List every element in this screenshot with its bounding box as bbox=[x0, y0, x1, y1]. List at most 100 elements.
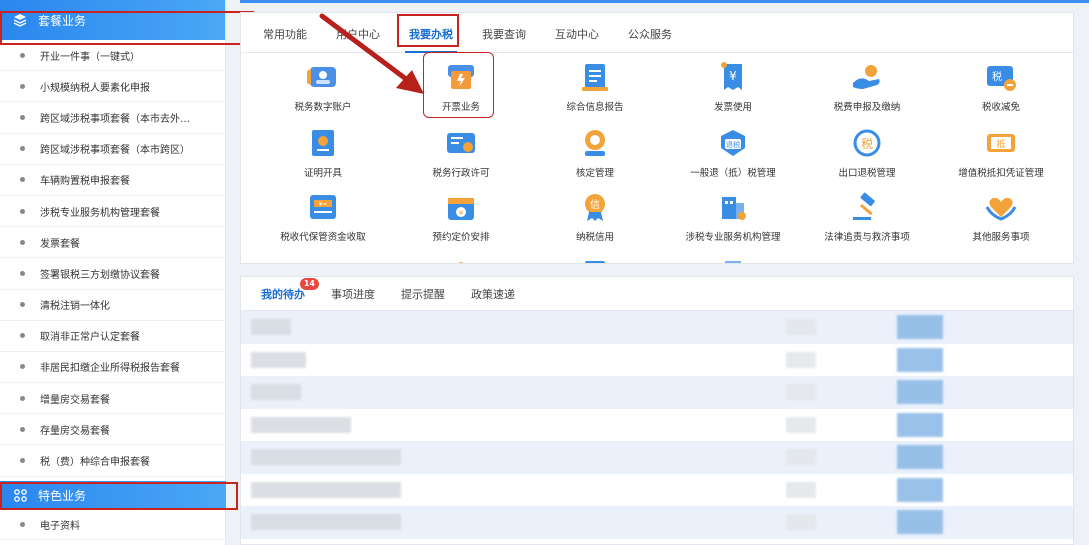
service-item[interactable]: 税出口退税管理 bbox=[797, 123, 937, 183]
sidebar-header-special-business[interactable]: 特色业务 bbox=[0, 481, 226, 509]
sidebar-item[interactable]: 电子资料 bbox=[0, 509, 226, 541]
bullet-icon bbox=[20, 458, 25, 464]
service-item[interactable]: ¥ 预约定价安排 bbox=[391, 187, 531, 247]
redacted-text bbox=[786, 514, 816, 530]
tab-item[interactable]: 常用功能 bbox=[263, 26, 307, 52]
table-row[interactable] bbox=[241, 441, 1073, 474]
redacted-text bbox=[786, 351, 816, 368]
sidebar-item[interactable]: 涉税专业服务机构管理套餐 bbox=[0, 196, 225, 228]
tab-item[interactable]: 公众服务 bbox=[628, 26, 672, 52]
redacted-status bbox=[897, 380, 943, 404]
table-row[interactable] bbox=[241, 344, 1073, 377]
sidebar-item[interactable]: 清税注销一体化 bbox=[0, 290, 225, 321]
sidebar-item[interactable]: 存量房交易套餐 bbox=[0, 414, 225, 446]
service-icon bbox=[577, 255, 613, 263]
sidebar-item[interactable]: 增量房交易套餐 bbox=[0, 383, 225, 415]
service-label: 税务行政许可 bbox=[432, 168, 490, 179]
service-label: 综合信息报告 bbox=[566, 102, 624, 113]
service-item[interactable]: ¥ 发票使用 bbox=[663, 57, 803, 117]
redacted-text bbox=[786, 384, 816, 400]
tab-item[interactable]: 我要查询 bbox=[482, 26, 526, 52]
service-item-partial[interactable] bbox=[797, 251, 937, 263]
sidebar-item[interactable]: 跨区域涉税事项套餐（本市去外… bbox=[0, 102, 225, 134]
redacted-status bbox=[897, 315, 943, 339]
invoice-issue-icon bbox=[443, 61, 479, 93]
service-item-partial[interactable] bbox=[525, 251, 665, 263]
bullet-icon bbox=[20, 270, 25, 276]
sidebar-item[interactable]: 取消非正常户认定套餐 bbox=[0, 321, 225, 352]
count-badge: 14 bbox=[299, 277, 319, 290]
sidebar-item[interactable]: 小规模纳税人要素化申报 bbox=[0, 71, 225, 103]
redacted-text bbox=[251, 481, 401, 498]
redacted-status bbox=[897, 445, 943, 469]
sidebar-item[interactable]: 签署银税三方划缴协议套餐 bbox=[0, 258, 225, 290]
service-icon bbox=[443, 255, 479, 263]
todo-tab-label: 政策速递 bbox=[471, 287, 515, 301]
table-row[interactable] bbox=[241, 409, 1073, 442]
service-item[interactable]: 税税收减免 bbox=[931, 57, 1071, 117]
services-panel: 常用功能 用户中心 我要办税 我要查询 互动中心 公众服务 税务数字账户 开票业务 综合信息报… bbox=[240, 12, 1074, 264]
sidebar-item-label: 清税注销一体化 bbox=[40, 301, 110, 313]
sidebar-item[interactable]: 税（费）种综合申报套餐 bbox=[0, 445, 225, 477]
service-item[interactable]: 综合信息报告 bbox=[525, 57, 665, 117]
svg-text:抵: 抵 bbox=[996, 138, 1005, 150]
table-row[interactable] bbox=[241, 474, 1073, 507]
service-item[interactable]: 信纳税信用 bbox=[525, 187, 665, 247]
service-item[interactable]: 税务行政许可 bbox=[391, 123, 531, 183]
service-item[interactable]: 抵增值税抵扣凭证管理 bbox=[931, 123, 1071, 183]
service-item[interactable]: 退税 一般退（抵）税管理 bbox=[663, 123, 803, 183]
sidebar-item[interactable]: 车辆购置税申报套餐 bbox=[0, 165, 225, 196]
sidebar-item[interactable]: 开业一件事（一键式） bbox=[0, 40, 225, 72]
service-label: 增值税抵扣凭证管理 bbox=[958, 168, 1044, 179]
vat-deduction-icon: 抵 bbox=[983, 127, 1019, 159]
sidebar-item[interactable]: 非居民扣缴企业所得税报告套餐 bbox=[0, 352, 225, 384]
service-label: 税费申报及缴纳 bbox=[833, 102, 901, 113]
service-item[interactable]: 其他服务事项 bbox=[931, 187, 1071, 247]
tab-active[interactable]: 我要办税 bbox=[405, 26, 457, 53]
tab-item[interactable]: 互动中心 bbox=[555, 26, 599, 52]
service-item-partial[interactable] bbox=[931, 251, 1071, 263]
redacted-status bbox=[897, 477, 943, 502]
todo-tab[interactable]: 提示提醒 bbox=[401, 286, 445, 302]
service-item[interactable]: 涉税专业服务机构管理 bbox=[663, 187, 803, 247]
main-tabs: 常用功能 用户中心 我要办税 我要查询 互动中心 公众服务 bbox=[241, 13, 1073, 53]
service-item[interactable]: 税务数字账户 bbox=[253, 57, 393, 117]
service-item[interactable]: 证明开具 bbox=[253, 123, 393, 183]
bullet-icon bbox=[20, 395, 25, 401]
service-label: 涉税专业服务机构管理 bbox=[685, 232, 781, 243]
service-item-partial[interactable] bbox=[391, 251, 531, 263]
digital-account-icon bbox=[305, 61, 341, 93]
service-item[interactable]: 法律追责与救济事项 bbox=[797, 187, 937, 247]
tab-item[interactable]: 用户中心 bbox=[336, 26, 380, 52]
sidebar-item[interactable]: 发票套餐 bbox=[0, 227, 225, 259]
layers-icon bbox=[12, 12, 28, 28]
todo-tab[interactable]: 我的待办 14 bbox=[253, 277, 319, 313]
bullet-icon bbox=[20, 114, 25, 120]
sidebar-item-label: 非居民扣缴企业所得税报告套餐 bbox=[40, 363, 180, 375]
sidebar-item-label: 电子资料 bbox=[40, 520, 80, 532]
table-row[interactable] bbox=[241, 506, 1073, 539]
svg-text:¥: ¥ bbox=[729, 69, 737, 83]
sidebar-header-package-business[interactable]: 套餐业务 bbox=[0, 0, 225, 40]
sidebar-header-label: 套餐业务 bbox=[38, 13, 87, 28]
service-item[interactable]: 核定管理 bbox=[525, 123, 665, 183]
service-item[interactable]: 开票业务 bbox=[391, 57, 531, 117]
todo-panel: 我的待办 14 事项进度 提示提醒 政策速递 bbox=[240, 276, 1074, 545]
invoice-use-icon: ¥ bbox=[715, 61, 751, 93]
todo-tab[interactable]: 政策速递 bbox=[471, 286, 515, 302]
sidebar-item[interactable]: 跨区域涉税事项套餐（本市跨区） bbox=[0, 134, 225, 165]
table-row[interactable] bbox=[241, 311, 1073, 344]
bullet-icon bbox=[20, 208, 25, 214]
approval-icon bbox=[577, 127, 613, 159]
redacted-status bbox=[897, 510, 943, 534]
redacted-text bbox=[786, 449, 816, 465]
table-row[interactable] bbox=[241, 376, 1073, 409]
service-item[interactable]: 税费申报及缴纳 bbox=[797, 57, 937, 117]
top-accent-bar bbox=[240, 0, 1089, 3]
service-item-partial[interactable] bbox=[663, 251, 803, 263]
service-item[interactable]: ¥= 税收代保管资金收取 bbox=[253, 187, 393, 247]
gavel-icon bbox=[849, 191, 885, 223]
service-label: 一般退（抵）税管理 bbox=[690, 168, 776, 179]
todo-tab[interactable]: 事项进度 bbox=[331, 286, 375, 302]
redacted-text bbox=[786, 481, 816, 498]
